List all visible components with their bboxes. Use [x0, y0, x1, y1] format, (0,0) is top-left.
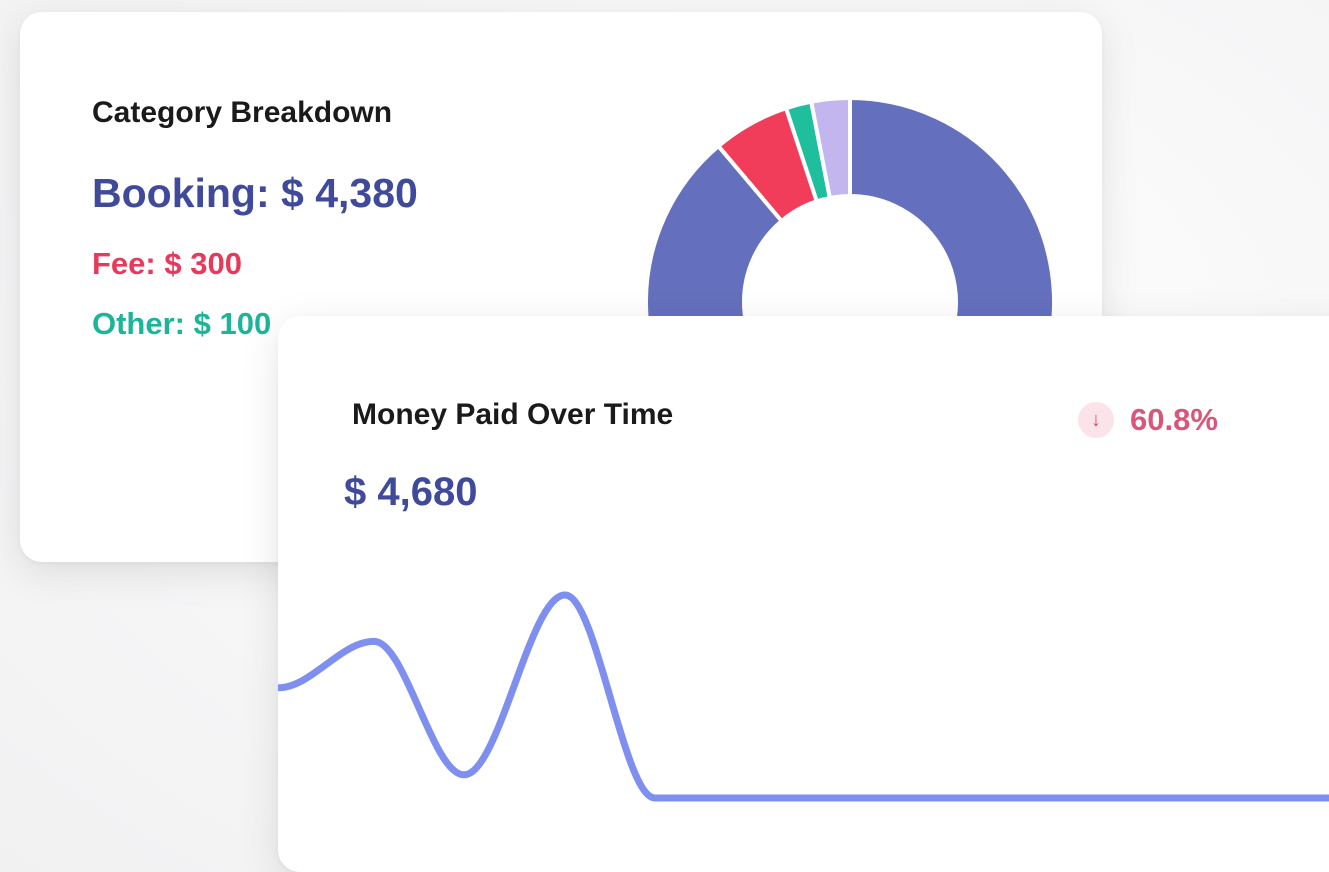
- booking-amount: Booking: $ 4,380: [92, 170, 418, 216]
- other-amount: Other: $ 100: [92, 306, 272, 341]
- money-paid-title: Money Paid Over Time: [352, 398, 674, 431]
- trend-percentage: 60.8%: [1130, 402, 1218, 437]
- money-paid-card: Money Paid Over Time $ 4,680 ↓ 60.8%: [278, 316, 1329, 872]
- money-paid-total: $ 4,680: [344, 470, 478, 514]
- stage: Category Breakdown Booking: $ 4,380 Fee:…: [0, 0, 1329, 872]
- category-breakdown-title: Category Breakdown: [92, 96, 393, 129]
- money-paid-series-line: [278, 591, 1329, 802]
- arrow-down-icon: ↓: [1078, 402, 1114, 438]
- fee-amount: Fee: $ 300: [92, 246, 242, 281]
- trend-badge: ↓ 60.8%: [1078, 402, 1218, 438]
